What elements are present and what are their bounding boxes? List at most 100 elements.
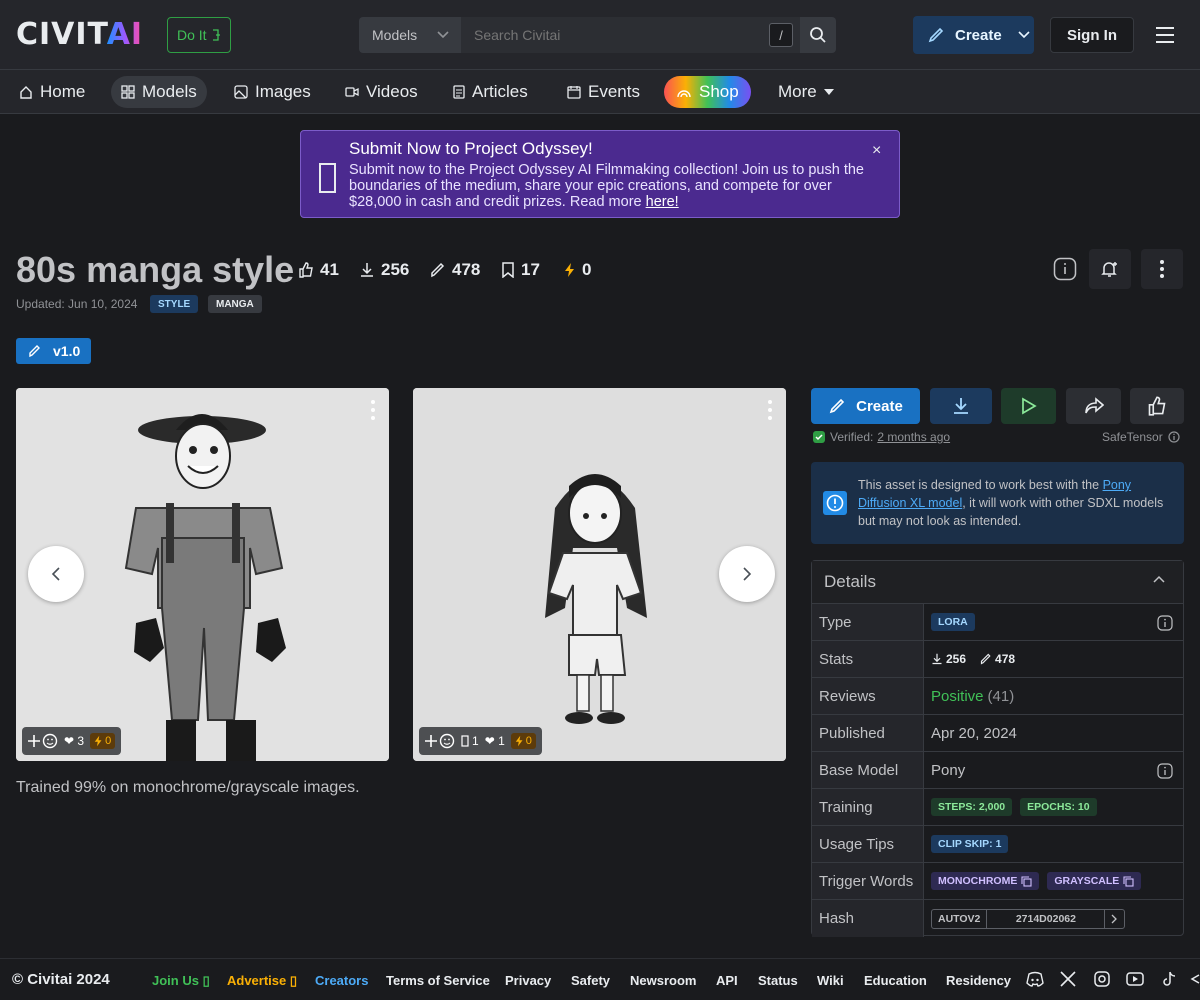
footer-status[interactable]: Status [758, 973, 798, 988]
home-icon [20, 86, 32, 99]
clip-skip-badge: CLIP SKIP: 1 [931, 835, 1009, 853]
generations-stat: 478 [430, 257, 480, 283]
add-reaction-icon[interactable] [425, 733, 455, 749]
x-twitter-icon[interactable] [1060, 971, 1076, 987]
search-category-select[interactable]: Models [359, 17, 461, 53]
thumbs-up-icon [1148, 396, 1166, 416]
heart-reaction[interactable]: ❤ 1 [485, 734, 505, 748]
verified-status: Verified: 2 months ago [812, 430, 950, 444]
nav-models[interactable]: Models [111, 76, 207, 108]
footer-newsroom[interactable]: Newsroom [630, 973, 696, 988]
footer-safety[interactable]: Safety [571, 973, 610, 988]
detail-row-trigger-words: Trigger Words MONOCHROME GRAYSCALE [812, 863, 1183, 900]
tag-style[interactable]: STYLE [150, 295, 199, 313]
detail-row-reviews: Reviews Positive (41) [812, 678, 1183, 715]
like-button[interactable] [1130, 388, 1184, 424]
nav-videos[interactable]: Videos [335, 76, 428, 108]
footer-join-us[interactable]: Join Us ▯ [152, 973, 210, 989]
tiktok-icon[interactable] [1161, 971, 1177, 987]
banner-link[interactable]: here! [646, 194, 679, 210]
footer-terms[interactable]: Terms of Service [386, 973, 490, 988]
nav-shop[interactable]: Shop [664, 76, 751, 108]
thumbs-up-icon [299, 262, 313, 278]
buzz-chip[interactable]: 0 [90, 733, 116, 749]
top-header: CIVITAI Do It Models / Create Sign In [0, 0, 1200, 70]
footer-advertise[interactable]: Advertise ▯ [227, 973, 297, 989]
discord-icon[interactable] [1026, 971, 1044, 987]
footer-privacy[interactable]: Privacy [505, 973, 551, 988]
chevron-left-icon [51, 567, 60, 581]
nav-home[interactable]: Home [9, 76, 95, 108]
epochs-badge: EPOCHS: 10 [1020, 798, 1097, 816]
carousel-next-button[interactable] [719, 546, 775, 602]
search-shortcut-hint: / [769, 23, 793, 47]
reaction-bar: 1 ❤ 1 0 [419, 727, 542, 755]
notify-button[interactable] [1089, 249, 1131, 289]
review-sentiment[interactable]: Positive [931, 688, 984, 705]
nav-articles[interactable]: Articles [443, 76, 538, 108]
page-title: 80s manga style [16, 249, 295, 290]
lightning-icon [565, 263, 574, 277]
heart-reaction[interactable]: ❤ 3 [64, 734, 84, 748]
buzz-chip[interactable]: 0 [510, 733, 536, 749]
comment-icon [461, 735, 469, 747]
type-badge: LORA [931, 613, 975, 631]
share-button[interactable] [1066, 388, 1121, 424]
review-count: (41) [987, 687, 1015, 705]
footer-creators[interactable]: Creators [315, 973, 368, 988]
detail-row-type: Type LORA [812, 604, 1183, 641]
footer-wiki[interactable]: Wiki [817, 973, 844, 988]
create-with-model-button[interactable]: Create [811, 388, 920, 424]
play-button[interactable] [1001, 388, 1056, 424]
verified-time-link[interactable]: 2 months ago [877, 430, 950, 444]
caret-down-icon [823, 89, 834, 95]
tag-manga[interactable]: MANGA [208, 295, 262, 313]
youtube-icon[interactable] [1126, 971, 1144, 987]
nav-more[interactable]: More [768, 76, 844, 108]
info-button[interactable] [1044, 249, 1086, 289]
sign-in-button[interactable]: Sign In [1050, 17, 1134, 53]
instagram-icon[interactable] [1094, 971, 1110, 987]
reddit-icon[interactable] [1190, 971, 1200, 987]
more-options-button[interactable] [1141, 249, 1183, 289]
dots-vertical-icon[interactable] [768, 400, 772, 420]
chevron-down-icon [437, 31, 449, 39]
carousel-prev-button[interactable] [28, 546, 84, 602]
trigger-word-monochrome[interactable]: MONOCHROME [931, 872, 1040, 890]
footer-api[interactable]: API [716, 973, 738, 988]
details-header[interactable]: Details [812, 561, 1183, 604]
rainbow-icon [677, 90, 691, 98]
likes-stat: 41 [298, 257, 339, 283]
do-it-button[interactable]: Do It [167, 17, 231, 53]
info-icon[interactable] [1157, 615, 1173, 631]
brush-icon [431, 262, 445, 278]
buzz-stat: 0 [564, 257, 591, 283]
generations-count: 478 [980, 652, 1015, 666]
download-button[interactable] [930, 388, 992, 424]
menu-icon[interactable] [1154, 25, 1176, 45]
nav-events[interactable]: Events [557, 76, 650, 108]
hash-box[interactable]: AUTOV2 2714D02062 [931, 908, 1126, 929]
info-icon[interactable] [1168, 431, 1180, 443]
create-button[interactable]: Create [913, 16, 1034, 54]
close-icon[interactable]: × [872, 142, 881, 160]
calendar-icon [567, 86, 581, 99]
footer-education[interactable]: Education [864, 973, 927, 988]
trigger-word-grayscale[interactable]: GRAYSCALE [1047, 872, 1142, 890]
search-icon [810, 27, 826, 43]
downloads-count: 256 [931, 652, 966, 666]
civitai-logo[interactable]: CIVITAI [16, 17, 143, 52]
search-input[interactable] [461, 17, 800, 53]
info-icon[interactable] [1157, 763, 1173, 779]
brush-icon [928, 27, 944, 43]
version-button[interactable]: v1.0 [16, 338, 91, 364]
footer-residency[interactable]: Residency [946, 973, 1011, 988]
info-icon [1053, 257, 1077, 281]
detail-row-base-model: Base Model Pony [812, 752, 1183, 789]
dots-vertical-icon[interactable] [371, 400, 375, 420]
dots-vertical-icon [1160, 260, 1164, 278]
nav-images[interactable]: Images [224, 76, 321, 108]
search-button[interactable] [800, 17, 836, 53]
add-reaction-icon[interactable] [28, 733, 58, 749]
comment-reaction[interactable]: 1 [461, 734, 479, 748]
